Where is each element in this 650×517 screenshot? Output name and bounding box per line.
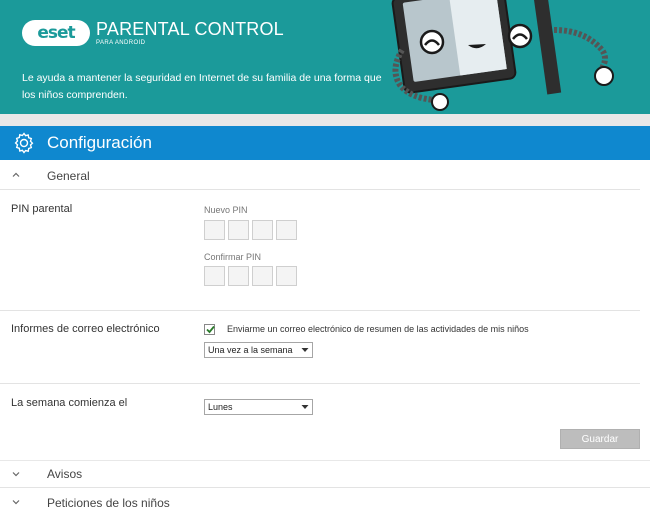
confirm-pin-digit-3[interactable] xyxy=(252,266,273,286)
new-pin-digit-3[interactable] xyxy=(252,220,273,240)
email-frequency-value: Una vez a la semana xyxy=(208,345,293,355)
chevron-down-icon xyxy=(12,472,20,477)
checkmark-icon xyxy=(206,325,215,334)
config-header: Configuración xyxy=(0,126,650,160)
banner-tagline: Le ayuda a mantener la seguridad en Inte… xyxy=(22,72,382,101)
top-banner: eset PARENTAL CONTROL PARA ANDROID Le ay… xyxy=(0,0,650,114)
confirm-pin-digit-1[interactable] xyxy=(204,266,225,286)
product-subtitle: PARA ANDROID xyxy=(96,40,146,46)
robot-mascot-icon xyxy=(391,0,614,111)
email-summary-checkbox[interactable] xyxy=(204,324,215,335)
confirm-pin-input[interactable] xyxy=(204,266,297,286)
new-pin-digit-1[interactable] xyxy=(204,220,225,240)
week-start-select[interactable]: Lunes xyxy=(204,399,313,415)
week-start-label: La semana comienza el xyxy=(11,397,128,409)
chevron-down-icon xyxy=(301,405,309,409)
new-pin-digit-2[interactable] xyxy=(228,220,249,240)
section-avisos-header[interactable]: Avisos xyxy=(0,460,650,488)
section-general-title: General xyxy=(47,168,90,183)
section-peticiones-title: Peticiones de los niños xyxy=(47,496,170,510)
pin-parental-label: PIN parental xyxy=(11,203,73,215)
new-pin-digit-4[interactable] xyxy=(276,220,297,240)
chevron-up-icon xyxy=(12,172,20,177)
section-avisos-title: Avisos xyxy=(47,467,83,481)
section-peticiones-header[interactable]: Peticiones de los niños xyxy=(0,489,650,517)
brand-name: eset xyxy=(37,23,75,43)
new-pin-label: Nuevo PIN xyxy=(204,205,248,215)
section-general-header[interactable]: General xyxy=(0,162,640,190)
confirm-pin-digit-2[interactable] xyxy=(228,266,249,286)
week-start-value: Lunes xyxy=(208,402,233,412)
product-title: PARENTAL CONTROL xyxy=(96,19,284,39)
product-name: PARENTAL CONTROL PARA ANDROID xyxy=(96,19,284,46)
confirm-pin-label: Confirmar PIN xyxy=(204,252,262,262)
divider xyxy=(0,310,640,311)
eset-logo: eset xyxy=(22,20,90,46)
gear-icon xyxy=(14,132,34,154)
email-reports-label: Informes de correo electrónico xyxy=(11,323,160,335)
page-title: Configuración xyxy=(47,133,152,152)
new-pin-input[interactable] xyxy=(204,220,297,240)
email-frequency-select[interactable]: Una vez a la semana xyxy=(204,342,313,358)
divider xyxy=(0,383,640,384)
chevron-down-icon xyxy=(301,348,309,352)
chevron-down-icon xyxy=(12,500,20,505)
email-summary-checkbox-label: Enviarme un correo electrónico de resume… xyxy=(227,324,529,334)
confirm-pin-digit-4[interactable] xyxy=(276,266,297,286)
banner-separator xyxy=(0,114,650,126)
save-button[interactable]: Guardar xyxy=(560,429,640,449)
